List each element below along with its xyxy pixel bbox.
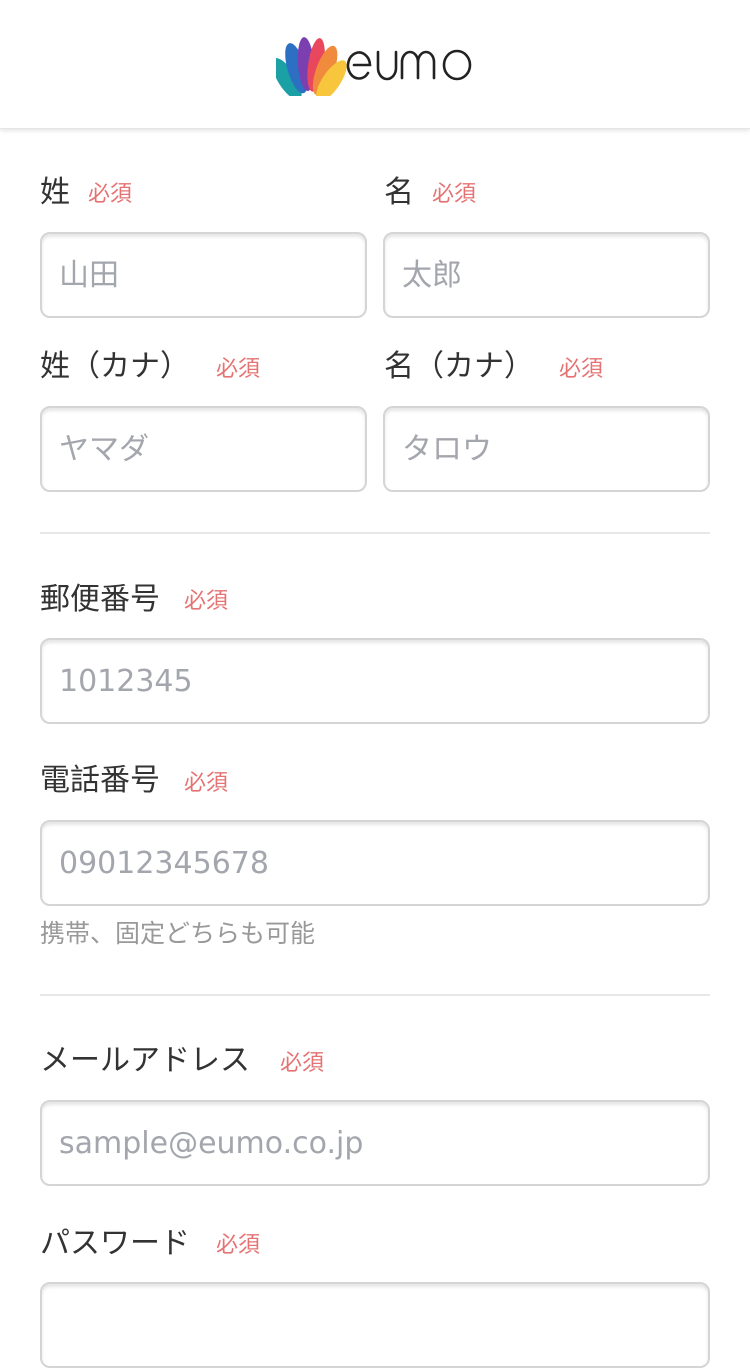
last-name-input[interactable] <box>40 232 367 318</box>
registration-form: 姓 必須 名 必須 姓（カナ） 必須 名（カナ） 必須 郵便番号 必須 電話番号… <box>0 128 750 1368</box>
first-name-label: 名 <box>384 175 414 210</box>
last-name-kana-label: 姓（カナ） <box>40 349 190 384</box>
logo-fan-icon <box>276 37 347 96</box>
required-badge: 必須 <box>184 771 229 796</box>
required-badge: 必須 <box>88 182 133 207</box>
app-header: eumo <box>0 0 750 129</box>
required-badge: 必須 <box>216 357 261 382</box>
email-input[interactable] <box>40 1100 710 1186</box>
password-label: パスワード <box>40 1226 190 1261</box>
postal-code-label: 郵便番号 <box>40 582 160 617</box>
section-divider <box>40 994 710 996</box>
postal-code-input[interactable] <box>40 638 710 724</box>
section-divider <box>40 532 710 534</box>
first-name-kana-label: 名（カナ） <box>384 349 534 384</box>
password-input[interactable] <box>40 1282 710 1368</box>
phone-input[interactable] <box>40 820 710 906</box>
last-name-label: 姓 <box>40 175 70 210</box>
last-name-kana-input[interactable] <box>40 406 367 492</box>
first-name-input[interactable] <box>383 232 710 318</box>
first-name-kana-input[interactable] <box>383 406 710 492</box>
required-badge: 必須 <box>559 357 604 382</box>
required-badge: 必須 <box>216 1233 261 1258</box>
phone-label: 電話番号 <box>40 763 160 798</box>
required-badge: 必須 <box>280 1051 325 1076</box>
required-badge: 必須 <box>432 182 477 207</box>
required-badge: 必須 <box>184 589 229 614</box>
logo-wordmark <box>346 49 472 81</box>
eumo-logo[interactable]: eumo <box>276 32 476 96</box>
email-label: メールアドレス <box>40 1043 250 1078</box>
phone-hint: 携帯、固定どちらも可能 <box>40 919 316 948</box>
